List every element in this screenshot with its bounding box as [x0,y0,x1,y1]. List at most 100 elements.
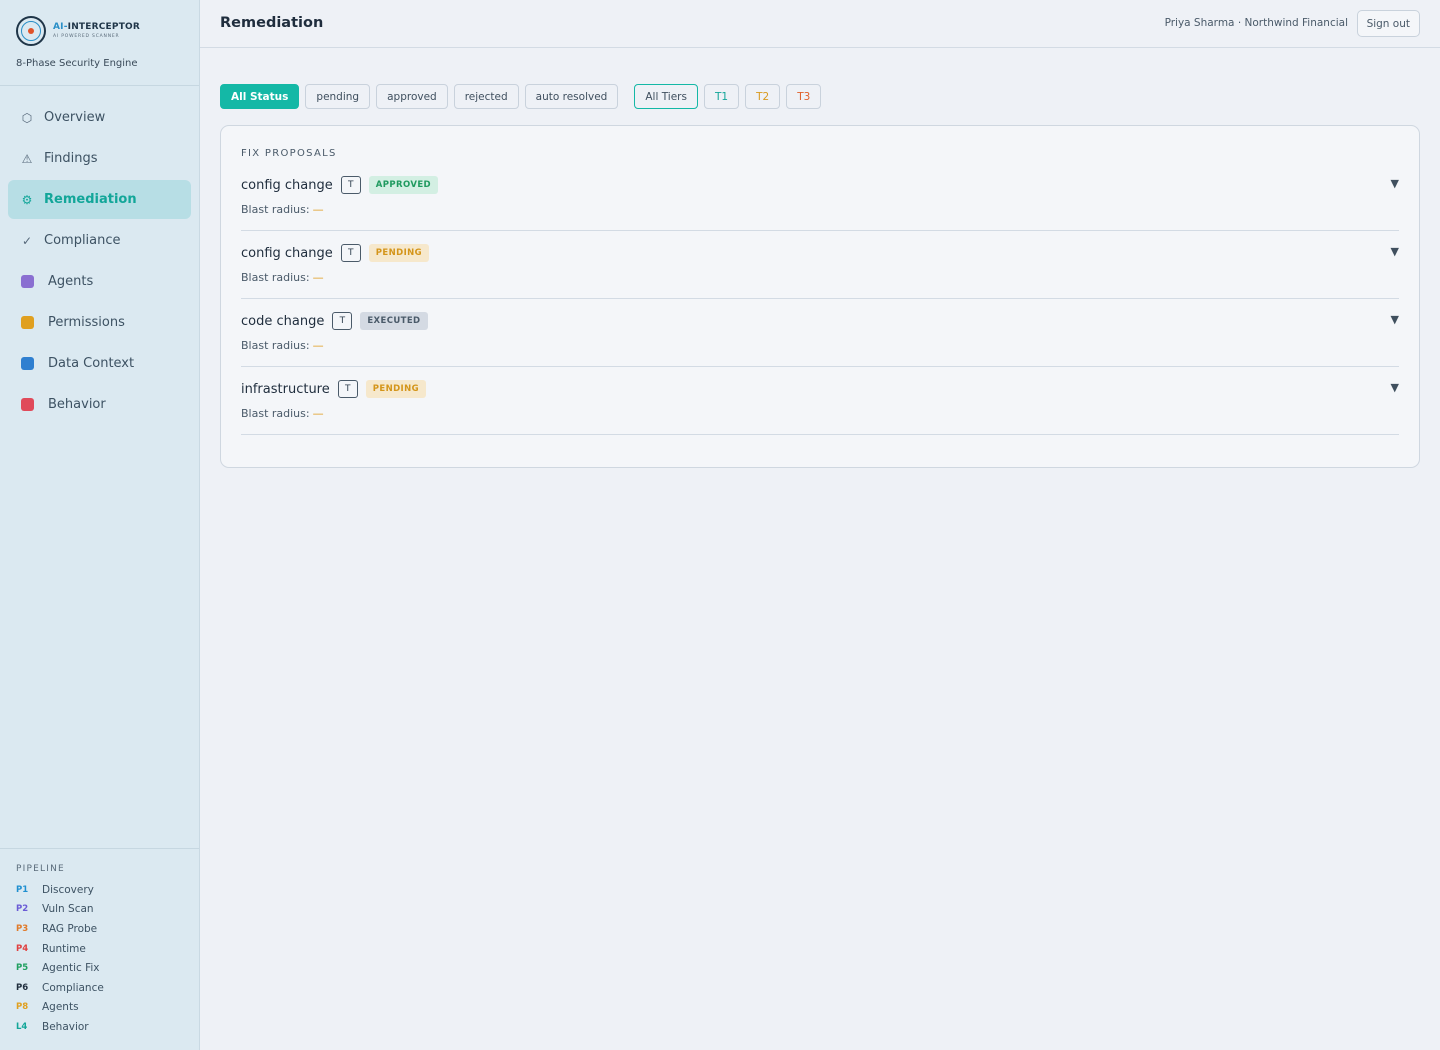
sidebar-item-compliance[interactable]: ✓ Compliance [8,221,191,260]
sidebar: AI-INTERCEPTOR AI POWERED SCANNER 8-Phas… [0,0,200,1050]
proposal-title: config change [241,245,333,261]
blast-radius: Blast radius: — [241,407,324,420]
page-title: Remediation [220,15,324,31]
pipeline-heading: PIPELINE [16,864,65,874]
filter-tier-t3[interactable]: T3 [786,84,822,109]
pipeline-label: Agentic Fix [42,962,100,975]
pipeline-item: L4 Behavior [16,1017,199,1037]
fix-proposals-panel: FIX PROPOSALS config change T APPROVED B… [220,125,1420,468]
check-icon: ✓ [21,233,33,248]
pipeline-code: L4 [16,1021,28,1032]
filter-tier-t1[interactable]: T1 [703,84,740,109]
warning-icon: ⚠ [21,151,33,166]
blast-radius-label: Blast radius: [241,407,310,420]
filter-bar: All Status pending approved rejected aut… [220,84,827,109]
pipeline-item: P4 Runtime [16,939,199,959]
blast-radius: Blast radius: — [241,203,324,216]
sidebar-item-overview[interactable]: ⬡ Overview [8,98,191,137]
pipeline-label: Vuln Scan [42,903,94,916]
proposal-title: code change [241,313,325,329]
pipeline-code: P4 [16,943,29,954]
sidebar-item-label: Overview [44,110,106,125]
filter-gap [624,84,634,109]
pipeline-code: P2 [16,904,29,915]
sign-out-button[interactable]: Sign out [1356,10,1420,37]
robot-icon [21,275,34,288]
sidebar-item-findings[interactable]: ⚠ Findings [8,139,191,178]
expand-caret-icon[interactable]: ▼ [1391,245,1399,258]
sidebar-item-label: Compliance [44,233,121,248]
status-badge: APPROVED [368,176,438,194]
engine-subtitle: 8-Phase Security Engine [16,58,138,69]
blast-radius-value: — [312,339,324,352]
blast-radius-value: — [312,407,324,420]
logo-name-rest: INTERCEPTOR [67,21,141,32]
pipeline-code: P6 [16,982,29,993]
expand-caret-icon[interactable]: ▼ [1391,313,1399,326]
pipeline-label: Agents [42,1001,79,1014]
pipeline-item: P8 Agents [16,998,199,1018]
pipeline-code: P8 [16,1002,29,1013]
filter-status-all[interactable]: All Status [220,84,300,109]
proposal-title-row: infrastructure T PENDING [241,380,426,398]
proposal-row[interactable]: config change T PENDING Blast radius: — ▼ [241,231,1399,299]
blast-radius-label: Blast radius: [241,339,310,352]
sidebar-item-label: Remediation [44,192,137,207]
filter-status-approved[interactable]: approved [376,84,448,109]
logo[interactable]: AI-INTERCEPTOR AI POWERED SCANNER [16,16,199,46]
sidebar-nav: ⬡ Overview ⚠ Findings ⚙ Remediation ✓ Compli… [0,86,199,424]
proposal-title-row: code change T EXECUTED [241,312,428,330]
sidebar-item-behavior[interactable]: Behavior [8,385,191,424]
logo-text: AI-INTERCEPTOR AI POWERED SCANNER [53,21,141,40]
tier-badge: T [337,380,358,398]
filter-status-auto-resolved[interactable]: auto resolved [524,84,619,109]
expand-caret-icon[interactable]: ▼ [1391,177,1399,190]
filter-tier-t2[interactable]: T2 [745,84,781,109]
sidebar-item-label: Behavior [48,397,106,412]
top-header: Remediation Priya Sharma · Northwind Fin… [200,0,1440,48]
sidebar-item-label: Data Context [48,356,135,371]
blast-radius-value: — [312,203,324,216]
pipeline-code: P3 [16,923,29,934]
sidebar-item-label: Agents [48,274,94,289]
user-org-label: Priya Sharma · Northwind Financial [1164,17,1348,29]
pipeline-item: P1 Discovery [16,880,199,900]
proposal-row[interactable]: infrastructure T PENDING Blast radius: — … [241,367,1399,435]
magnifier-icon [21,357,34,370]
proposal-row[interactable]: code change T EXECUTED Blast radius: — ▼ [241,299,1399,367]
brand: AI-INTERCEPTOR AI POWERED SCANNER 8-Phas… [0,0,199,86]
filter-status-rejected[interactable]: rejected [453,84,519,109]
pipeline-label: Discovery [42,883,94,896]
sidebar-item-label: Findings [44,151,98,166]
pipeline-label: Behavior [42,1020,89,1033]
status-badge: PENDING [365,380,426,398]
sidebar-item-label: Permissions [48,315,125,330]
pipeline-item: P6 Compliance [16,978,199,998]
proposal-title-row: config change T APPROVED [241,176,438,194]
pipeline-code: P1 [16,884,29,895]
sidebar-item-agents[interactable]: Agents [8,262,191,301]
target-icon [21,398,34,411]
blast-radius-label: Blast radius: [241,203,310,216]
sidebar-item-remediation[interactable]: ⚙ Remediation [8,180,191,219]
pipeline-label: Runtime [42,942,86,955]
pipeline-label: RAG Probe [42,922,98,935]
proposal-title: infrastructure [241,381,330,397]
logo-tagline: AI POWERED SCANNER [53,33,120,39]
expand-caret-icon[interactable]: ▼ [1391,381,1399,394]
blast-radius: Blast radius: — [241,339,324,352]
hexagon-icon: ⬡ [21,110,33,125]
pipeline-legend: PIPELINE P1 Discovery P2 Vuln Scan P3 RAG P… [0,848,199,1050]
filter-status-pending[interactable]: pending [305,84,371,109]
tier-badge: T [340,244,361,262]
blast-radius-label: Blast radius: [241,271,310,284]
tier-badge: T [332,312,353,330]
status-badge: PENDING [368,244,430,262]
proposal-row[interactable]: config change T APPROVED Blast radius: — … [241,163,1399,231]
logo-name: AI-INTERCEPTOR [53,21,141,32]
status-badge: EXECUTED [360,312,428,330]
filter-tier-all[interactable]: All Tiers [634,84,698,109]
sidebar-item-data-context[interactable]: Data Context [8,344,191,383]
panel-heading: FIX PROPOSALS [241,148,337,159]
sidebar-item-permissions[interactable]: Permissions [8,303,191,342]
